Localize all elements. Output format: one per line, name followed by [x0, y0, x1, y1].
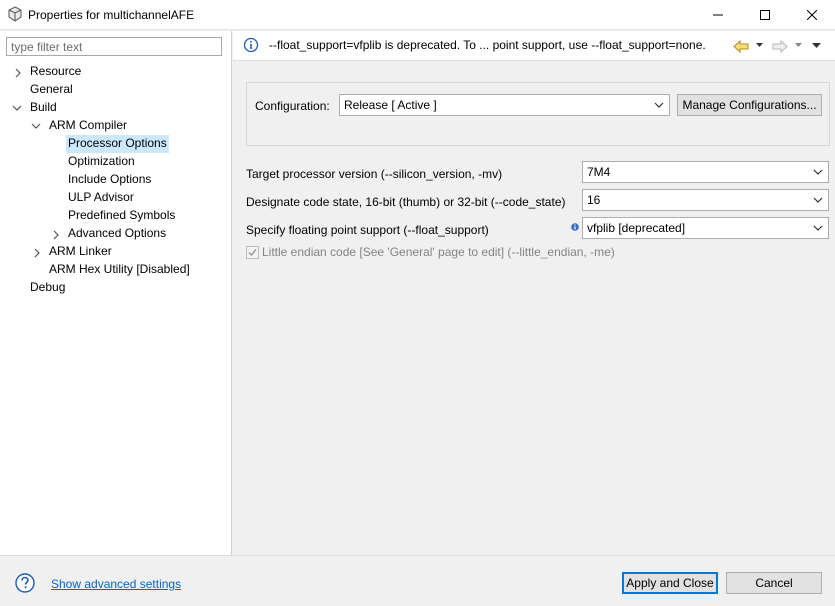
tree-item-optimization[interactable]: Optimization: [66, 153, 137, 171]
minimize-button[interactable]: [695, 0, 741, 30]
apply-and-close-button[interactable]: Apply and Close: [622, 572, 718, 594]
back-arrow-icon[interactable]: [733, 40, 749, 53]
tree-item-label: Resource: [30, 64, 82, 78]
title-bar: Properties for multichannelAFE: [0, 0, 835, 30]
chevron-right-icon[interactable]: [51, 230, 61, 240]
close-button[interactable]: [789, 0, 835, 30]
float-support-value: vfplib [deprecated]: [587, 221, 686, 235]
properties-page: --float_support=vfplib is deprecated. To…: [233, 31, 835, 555]
tree-item-label: Include Options: [68, 172, 152, 186]
tree-item-ulp-advisor[interactable]: ULP Advisor: [66, 189, 136, 207]
tree-item-include-options[interactable]: Include Options: [66, 171, 153, 189]
tree-item-build[interactable]: Build: [28, 99, 59, 117]
message-text: --float_support=vfplib is deprecated. To…: [269, 38, 706, 52]
chevron-down-icon: [654, 102, 664, 108]
close-icon: [807, 10, 817, 20]
tree-item-general[interactable]: General: [28, 81, 75, 99]
chevron-right-icon[interactable]: [13, 68, 23, 78]
tree-item-label: ARM Linker: [49, 244, 112, 258]
tree-item-label: Processor Options: [68, 136, 167, 150]
view-menu-icon[interactable]: [812, 43, 821, 49]
tree-item-resource[interactable]: Resource: [28, 63, 83, 81]
checkmark-icon: [248, 249, 257, 257]
option-label-float-support: Specify floating point support (--float_…: [246, 223, 489, 237]
chevron-down-icon[interactable]: [795, 43, 802, 48]
tree-item-label: ULP Advisor: [68, 190, 134, 204]
tree-item-advanced-options[interactable]: Advanced Options: [66, 225, 168, 243]
tree-item-label: General: [30, 82, 73, 96]
filter-input[interactable]: [6, 37, 222, 56]
tree-item-label: Optimization: [68, 154, 135, 168]
tree-item-label: Build: [30, 100, 57, 114]
chevron-down-icon: [813, 225, 823, 231]
option-label-code-state: Designate code state, 16-bit (thumb) or …: [246, 195, 566, 209]
code-state-select[interactable]: 16: [582, 189, 829, 211]
tree-item-label: ARM Hex Utility [Disabled]: [49, 262, 190, 276]
tree-item-debug[interactable]: Debug: [28, 279, 67, 297]
chevron-down-icon: [813, 197, 823, 203]
tree-item-arm-hex-utility[interactable]: ARM Hex Utility [Disabled]: [47, 261, 192, 279]
tree-item-arm-compiler[interactable]: ARM Compiler: [47, 117, 129, 135]
tree-item-label: ARM Compiler: [49, 118, 128, 132]
info-icon: [243, 37, 259, 53]
configuration-group: Configuration: Release [ Active ] Manage…: [246, 82, 830, 146]
option-label-silicon-version: Target processor version (--silicon_vers…: [246, 167, 503, 181]
tree-item-processor-options[interactable]: Processor Options: [66, 135, 169, 153]
configuration-value: Release [ Active ]: [344, 98, 437, 112]
window-title: Properties for multichannelAFE: [28, 8, 195, 22]
configuration-select[interactable]: Release [ Active ]: [339, 94, 670, 116]
configuration-label: Configuration:: [255, 99, 330, 113]
silicon-version-value: 7M4: [587, 165, 611, 179]
message-bar: --float_support=vfplib is deprecated. To…: [233, 31, 835, 61]
tree-item-predefined-symbols[interactable]: Predefined Symbols: [66, 207, 177, 225]
app-icon: [8, 6, 22, 22]
navigation-pane: Resource General Build ARM Compiler Proc…: [0, 31, 232, 555]
chevron-down-icon[interactable]: [12, 103, 22, 113]
cancel-button[interactable]: Cancel: [726, 572, 822, 594]
tree-item-label: Debug: [30, 280, 66, 294]
chevron-right-icon[interactable]: [32, 248, 42, 258]
show-advanced-settings-link[interactable]: Show advanced settings: [51, 577, 181, 591]
tree-item-arm-linker[interactable]: ARM Linker: [47, 243, 114, 261]
chevron-down-icon[interactable]: [756, 43, 763, 48]
maximize-icon: [760, 10, 770, 20]
little-endian-checkbox[interactable]: [246, 246, 259, 259]
help-icon[interactable]: [15, 573, 35, 593]
chevron-down-icon[interactable]: [31, 121, 41, 131]
dialog-button-bar: Show advanced settings Apply and Close C…: [0, 555, 835, 606]
forward-arrow-icon[interactable]: [772, 40, 788, 53]
tree-item-label: Predefined Symbols: [68, 208, 176, 222]
chevron-down-icon: [813, 169, 823, 175]
float-support-select[interactable]: vfplib [deprecated]: [582, 217, 829, 239]
tree-item-label: Advanced Options: [68, 226, 167, 240]
code-state-value: 16: [587, 193, 601, 207]
manage-configurations-button[interactable]: Manage Configurations...: [677, 94, 822, 116]
maximize-button[interactable]: [742, 0, 788, 30]
info-decoration-icon: [571, 223, 579, 231]
little-endian-label: Little endian code [See 'General' page t…: [262, 245, 615, 259]
minimize-icon: [713, 14, 723, 16]
silicon-version-select[interactable]: 7M4: [582, 161, 829, 183]
